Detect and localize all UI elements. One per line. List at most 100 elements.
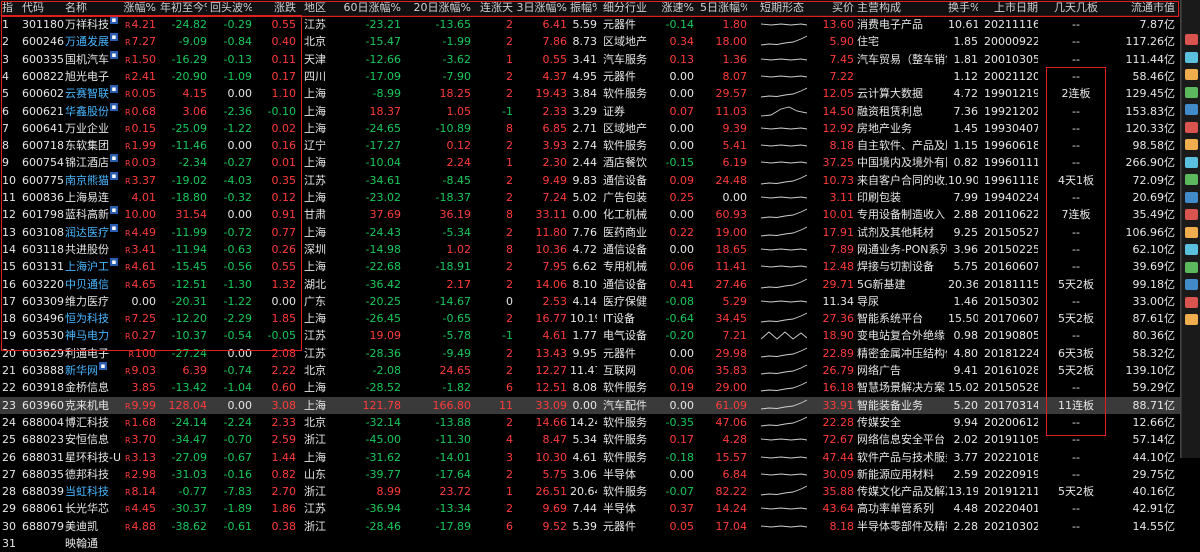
table-row[interactable]: 23 603960 克来机电 R9.99 128.04 0.00 3.08 上海 121.78 1… xyxy=(0,396,1180,414)
table-row[interactable]: 8 600718 东软集团 R1.99 -11.46 0.00 0.16 辽宁 -17.27 0.… xyxy=(0,137,1180,154)
share-icon[interactable] xyxy=(1185,296,1198,308)
table-row[interactable]: 6 600621 华鑫股份 ▪ R0.68 3.06 -2.36 -0.10 上海 18.37 1.… xyxy=(0,102,1180,120)
chart-icon[interactable] xyxy=(1185,51,1198,63)
table-row[interactable]: 25 688023 安恒信息 R3.70 -34.47 -0.70 2.59 浙江 -45.00… xyxy=(0,431,1180,448)
column-header-chg[interactable]: 涨幅% xyxy=(122,0,156,15)
stock-name[interactable]: 德邦科技 xyxy=(65,468,109,481)
stock-name[interactable]: 蓝科高新 xyxy=(65,208,109,221)
table-row[interactable]: 31 映翰通 xyxy=(0,535,1180,552)
column-header-ind[interactable]: 细分行业 xyxy=(603,0,657,15)
note-icon[interactable] xyxy=(1185,261,1198,273)
column-header-amp[interactable]: 振幅% xyxy=(570,0,597,15)
stock-name[interactable]: 中贝通信 xyxy=(65,278,109,291)
table-row[interactable]: 3 600335 国机汽车 ▪ R1.50 -16.29 -0.13 0.11 天津 -12.66… xyxy=(0,50,1180,68)
stock-name[interactable]: 万业企业 xyxy=(65,122,109,135)
alert-icon[interactable] xyxy=(1185,139,1198,150)
table-row[interactable]: 24 688004 博汇科技 R1.68 -24.14 -2.24 2.33 北京 -32.14… xyxy=(0,414,1180,431)
settings-icon[interactable] xyxy=(1185,209,1198,220)
table-row[interactable]: 29 688061 长光华芯 R4.45 -30.37 -1.89 1.86 江苏 -36.94… xyxy=(0,500,1180,517)
help-icon[interactable] xyxy=(1185,226,1198,238)
column-header-up[interactable]: 连涨天 xyxy=(475,0,513,15)
trade-icon[interactable] xyxy=(1185,121,1198,133)
column-header-spark[interactable]: 短期形态 xyxy=(760,0,806,15)
search-icon[interactable] xyxy=(1185,279,1198,290)
table-row[interactable]: 7 600641 万业企业 R0.15 -25.09 -1.22 0.02 上海 -24.65 -… xyxy=(0,120,1180,137)
column-header-region[interactable]: 地区 xyxy=(304,0,332,15)
stock-name[interactable]: 神马电力 xyxy=(65,329,109,342)
stock-name[interactable]: 利通电子 xyxy=(65,347,109,360)
link-icon[interactable] xyxy=(1185,174,1198,185)
stock-name[interactable]: 国机汽车 xyxy=(65,53,109,66)
stock-name[interactable]: 上海沪工 xyxy=(65,260,109,273)
news-icon[interactable] xyxy=(1185,86,1198,98)
table-row[interactable]: 17 603309 维力医疗 0.00 -20.31 -1.22 0.00 广东 -20.25 -… xyxy=(0,293,1180,310)
stock-name[interactable]: 旭光电子 xyxy=(65,70,109,83)
stock-name[interactable]: 星环科技-U xyxy=(65,451,120,464)
list-icon[interactable] xyxy=(1185,69,1198,80)
table-row[interactable]: 28 688039 当虹科技 R8.14 -0.77 -7.83 2.70 浙江 8.99 23.… xyxy=(0,483,1180,500)
column-header-board[interactable]: 几天几板 xyxy=(1050,0,1102,15)
table-row[interactable]: 16 603220 中贝通信 R4.65 -12.51 -1.30 1.32 湖北 -36.42… xyxy=(0,276,1180,293)
stock-name[interactable]: 恒为科技 xyxy=(65,312,109,325)
column-header-turn[interactable]: 换手% xyxy=(948,0,978,15)
column-header-code[interactable]: 代码 xyxy=(22,0,64,15)
table-row[interactable]: 19 603530 神马电力 R0.27 -10.37 -0.54 -0.05 江苏 19.09… xyxy=(0,327,1180,344)
table-row[interactable]: 26 688031 星环科技-U R3.13 -27.09 -0.67 1.44 上海 -31.… xyxy=(0,449,1180,466)
table-row[interactable]: 18 603496 恒为科技 R7.25 -12.20 -2.29 1.85 上海 -26.45… xyxy=(0,310,1180,327)
stock-name[interactable]: 万祥科技 xyxy=(65,18,109,31)
stock-name[interactable]: 华鑫股份 xyxy=(65,105,109,118)
stock-name[interactable]: 美迪凯 xyxy=(65,520,98,533)
stock-name[interactable]: 南京熊猫 xyxy=(65,174,109,187)
column-header-d60[interactable]: 60日涨幅% xyxy=(330,0,401,15)
column-header-d3[interactable]: 3日涨幅% xyxy=(515,0,567,15)
calc-icon[interactable] xyxy=(1185,156,1198,168)
table-row[interactable]: 5 600602 云赛智联 ▪ R0.05 4.15 0.00 1.10 上海 -8.99 18.2… xyxy=(0,85,1180,102)
table-row[interactable]: 12 601798 蓝科高新 ▪ 10.00 31.54 0.00 0.91 甘肃 37.69 36… xyxy=(0,206,1180,223)
grid-icon[interactable] xyxy=(1185,34,1198,45)
info-icon[interactable] xyxy=(1185,191,1198,203)
table-row[interactable]: 20 603629 利通电子 R100 -27.24 0.00 2.08 江苏 -28.36 -9… xyxy=(0,345,1180,362)
star-icon[interactable] xyxy=(1185,244,1198,255)
column-header-bid[interactable]: 买价 xyxy=(808,0,854,15)
stock-name[interactable]: 克来机电 xyxy=(65,399,109,412)
column-header-spd[interactable]: 涨速% xyxy=(660,0,694,15)
f10-icon[interactable] xyxy=(1185,104,1198,115)
stock-name[interactable]: 安恒信息 xyxy=(65,433,109,446)
column-header-diff[interactable]: 涨跌 xyxy=(256,0,296,15)
stock-name[interactable]: 当虹科技 xyxy=(65,485,109,498)
stock-name[interactable]: 锦江酒店 xyxy=(65,156,109,169)
table-row[interactable]: 2 600246 万通发展 ▪ R7.27 -9.09 -0.84 0.40 北京 -15.47-… xyxy=(0,33,1180,50)
stock-name[interactable]: 映翰通 xyxy=(65,537,98,550)
stock-name[interactable]: 共进股份 xyxy=(65,243,109,256)
table-row[interactable]: 30 688079 美迪凯 R4.88 -38.62 -0.61 0.38 浙江 -28.46 -… xyxy=(0,518,1180,535)
stock-name[interactable]: 博汇科技 xyxy=(65,416,109,429)
table-row[interactable]: 9 600754 锦江酒店 ▪ R0.03 -2.34 -0.27 0.01 上海 -10.04 2… xyxy=(0,154,1180,171)
column-header-idx[interactable]: 指 xyxy=(2,0,16,15)
stock-name[interactable]: 润达医疗 xyxy=(65,226,109,239)
stock-name[interactable]: 维力医疗 xyxy=(65,295,109,308)
column-header-main[interactable]: 主营构成 xyxy=(857,0,947,15)
stock-name[interactable]: 万通发展 xyxy=(65,35,109,48)
table-row[interactable]: 21 603888 新华网 ▪ R9.03 6.39 -0.74 2.22 北京 -2.08 24.… xyxy=(0,362,1180,379)
print-icon[interactable] xyxy=(1185,314,1198,325)
table-row[interactable]: 10 600775 南京熊猫 ▪ R3.37 -19.02 -4.03 0.35 江苏 -34.6… xyxy=(0,171,1180,189)
table-row[interactable]: 1 301180 万祥科技 ▪ R4.21 -24.82 -0.29 0.55 江苏 -23.21… xyxy=(0,16,1180,33)
column-header-mcap[interactable]: 流通市值 xyxy=(1110,0,1175,15)
column-header-name[interactable]: 名称 xyxy=(65,0,120,15)
table-row[interactable]: 27 688035 德邦科技 R2.98 -31.03 -0.16 0.82 山东 -39.77… xyxy=(0,466,1180,483)
column-header-d20[interactable]: 20日涨幅% xyxy=(405,0,471,15)
table-row[interactable]: 11 600836 上海易连 4.01 -18.80 -0.32 0.12 上海 -23.02 -… xyxy=(0,189,1180,206)
stock-name[interactable]: 云赛智联 xyxy=(65,87,109,100)
table-row[interactable]: 4 600822 旭光电子 R2.41 -20.90 -1.09 0.17 四川 -17.09 -… xyxy=(0,68,1180,85)
stock-name[interactable]: 金桥信息 xyxy=(65,381,109,394)
stock-name[interactable]: 长光华芯 xyxy=(65,502,109,515)
column-header-back[interactable]: 回头波% xyxy=(210,0,252,15)
table-row[interactable]: 13 603108 润达医疗 ▪ R4.49 -11.99 -0.72 0.77 上海 -24.4… xyxy=(0,223,1180,241)
table-row[interactable]: 15 603131 上海沪工 ▪ R4.61 -15.45 -0.56 0.55 上海 -22.6… xyxy=(0,258,1180,275)
column-header-ytd[interactable]: 年初至今% xyxy=(160,0,207,15)
stock-name[interactable]: 东软集团 xyxy=(65,139,109,152)
stock-name[interactable]: 新华网 xyxy=(65,364,98,377)
column-header-d5[interactable]: 5日涨幅% xyxy=(700,0,747,15)
table-row[interactable]: 22 603918 金桥信息 3.85 -13.42 -1.04 0.60 上海 -28.52 -… xyxy=(0,379,1180,396)
column-header-ipo[interactable]: 上市日期 xyxy=(984,0,1038,15)
